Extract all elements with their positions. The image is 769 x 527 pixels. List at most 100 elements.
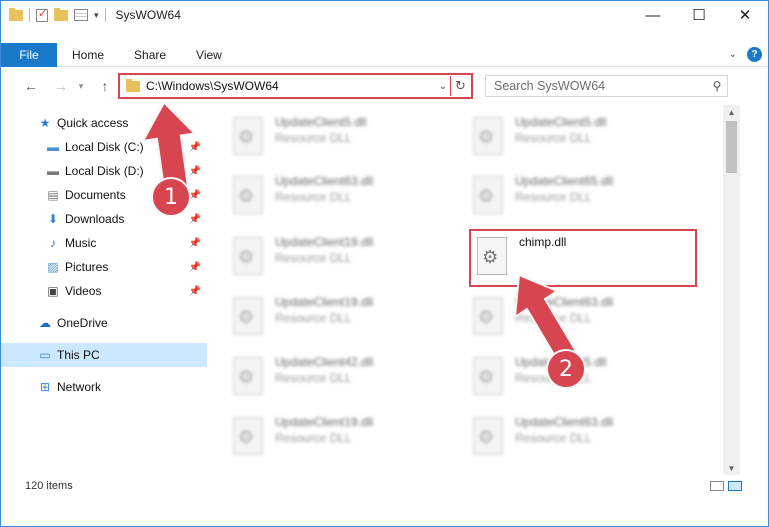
- file-name: UpdateClient19.dll: [275, 415, 374, 429]
- properties-icon[interactable]: [74, 9, 88, 21]
- window-controls: — ☐ ✕: [630, 1, 768, 29]
- file-name: UpdateClient5.dll: [275, 115, 367, 129]
- details-view-icon[interactable]: [710, 481, 724, 491]
- tab-view[interactable]: View: [181, 43, 237, 67]
- file-name: UpdateClient19.dll: [275, 295, 374, 309]
- file-type: Resource DLL: [275, 131, 352, 145]
- sidebar-item-label: This PC: [57, 348, 100, 362]
- dll-file-icon: ⚙: [229, 295, 269, 339]
- scroll-thumb[interactable]: [726, 121, 737, 173]
- cloud-icon: ☁: [39, 316, 51, 330]
- explorer-window: ▾ SysWOW64 — ☐ ✕ File Home Share View ⌄ …: [0, 0, 769, 527]
- vertical-scrollbar[interactable]: ▲ ▼: [723, 105, 740, 475]
- pin-icon: 📌: [188, 261, 201, 273]
- title-bar: ▾ SysWOW64 — ☐ ✕: [1, 1, 768, 29]
- search-box[interactable]: Search SysWOW64 ⚲: [485, 75, 728, 97]
- list-item[interactable]: ⚙ UpdateClient19.dll Resource DLL: [229, 231, 459, 283]
- star-icon: ★: [39, 116, 51, 130]
- large-icons-view-icon[interactable]: [728, 481, 742, 491]
- sidebar-item-label: Downloads: [65, 212, 125, 226]
- tab-file[interactable]: File: [1, 42, 57, 67]
- computer-icon: ▭: [39, 348, 51, 362]
- refresh-button[interactable]: ↻: [450, 76, 470, 96]
- item-count: 120 items: [25, 480, 73, 492]
- scroll-up-icon[interactable]: ▲: [723, 105, 740, 119]
- help-button[interactable]: ?: [747, 47, 762, 62]
- scroll-down-icon[interactable]: ▼: [723, 461, 740, 475]
- sidebar-item-label: Videos: [65, 284, 102, 298]
- file-name: UpdateClient5.dll: [515, 115, 607, 129]
- folder-icon[interactable]: [9, 7, 23, 21]
- annotation-badge-2: 2: [546, 349, 586, 389]
- navigation-bar: ← → ▾ ↑ C:\Windows\SysWOW64 ⌄ ↻ Search S…: [1, 71, 768, 101]
- separator: [29, 8, 30, 22]
- sidebar-item-label: Music: [65, 236, 97, 250]
- file-type: Resource DLL: [275, 251, 352, 265]
- file-name: chimp.dll: [519, 235, 567, 249]
- tab-home[interactable]: Home: [57, 43, 119, 67]
- address-bar[interactable]: C:\Windows\SysWOW64 ⌄ ↻: [118, 73, 473, 99]
- download-icon: ⬇: [47, 212, 59, 226]
- back-button[interactable]: ←: [21, 76, 41, 96]
- expand-ribbon-chevron-icon[interactable]: ⌄: [729, 49, 737, 60]
- search-input[interactable]: Search SysWOW64: [494, 79, 707, 93]
- quick-access-toolbar: ▾: [1, 7, 106, 22]
- drive-icon: ▬: [47, 164, 59, 178]
- tab-share[interactable]: Share: [119, 43, 181, 67]
- file-name: UpdateClient42.dll: [275, 355, 374, 369]
- list-item[interactable]: ⚙ UpdateClient63.dll Resource DLL: [469, 411, 699, 463]
- video-icon: ▣: [47, 284, 59, 298]
- close-button[interactable]: ✕: [722, 1, 768, 29]
- pin-icon: 📌: [188, 285, 201, 297]
- list-item[interactable]: ⚙ UpdateClient42.dll Resource DLL: [229, 351, 459, 403]
- sidebar-item-network[interactable]: ⊞ Network: [1, 375, 207, 399]
- folder-icon: [126, 78, 140, 92]
- sidebar-item-videos[interactable]: ▣ Videos 📌: [1, 279, 207, 303]
- dll-file-icon: ⚙: [229, 174, 269, 218]
- document-icon: ▤: [47, 188, 59, 202]
- pin-icon: 📌: [188, 237, 201, 249]
- dll-file-icon: ⚙: [229, 415, 269, 459]
- list-item[interactable]: ⚙ UpdateClient19.dll Resource DLL: [229, 411, 459, 463]
- sidebar-item-label: OneDrive: [57, 316, 108, 330]
- sidebar-item-music[interactable]: ♪ Music 📌: [1, 231, 207, 255]
- file-type: Resource DLL: [515, 431, 592, 445]
- ribbon-tabs: File Home Share View ⌄ ?: [1, 42, 768, 67]
- view-switcher: [710, 481, 742, 491]
- annotation-badge-1: 1: [151, 177, 191, 217]
- dll-file-icon: ⚙: [469, 115, 509, 159]
- up-button[interactable]: ↑: [95, 76, 115, 96]
- music-icon: ♪: [50, 236, 56, 250]
- customize-toolbar-chevron-icon[interactable]: ▾: [94, 10, 99, 21]
- sidebar-item-onedrive[interactable]: ☁ OneDrive: [1, 311, 207, 335]
- sidebar-item-label: Network: [57, 380, 102, 394]
- forward-button[interactable]: →: [51, 76, 71, 96]
- sidebar-item-this-pc[interactable]: ▭ This PC: [1, 343, 207, 367]
- dll-file-icon: ⚙: [469, 415, 509, 459]
- file-name: UpdateClient19.dll: [275, 235, 374, 249]
- separator: [104, 8, 106, 22]
- address-dropdown-chevron-icon[interactable]: ⌄: [436, 81, 450, 92]
- list-item[interactable]: ⚙ UpdateClient63.dll Resource DLL: [229, 170, 459, 222]
- search-icon[interactable]: ⚲: [707, 79, 727, 93]
- list-item[interactable]: ⚙ UpdateClient5.dll Resource DLL: [469, 111, 699, 163]
- recent-locations-chevron-icon[interactable]: ▾: [71, 76, 91, 96]
- sidebar-item-label: Pictures: [65, 260, 109, 274]
- properties-check-icon[interactable]: [36, 7, 48, 22]
- address-path[interactable]: C:\Windows\SysWOW64: [146, 79, 436, 93]
- file-type: Resource DLL: [515, 190, 592, 204]
- pin-icon: 📌: [188, 213, 201, 225]
- list-item[interactable]: ⚙ UpdateClient19.dll Resource DLL: [229, 291, 459, 343]
- new-folder-icon[interactable]: [54, 7, 68, 21]
- file-type: Resource DLL: [275, 311, 352, 325]
- picture-icon: ▨: [47, 260, 59, 274]
- list-item[interactable]: ⚙ UpdateClient65.dll Resource DLL: [469, 170, 699, 222]
- list-item[interactable]: ⚙ UpdateClient5.dll Resource DLL: [229, 111, 459, 163]
- drive-icon: ▬: [47, 140, 59, 154]
- sidebar-item-pictures[interactable]: ▨ Pictures 📌: [1, 255, 207, 279]
- maximize-button[interactable]: ☐: [676, 1, 722, 29]
- file-type: Resource DLL: [275, 371, 352, 385]
- minimize-button[interactable]: —: [630, 1, 676, 29]
- file-type: Resource DLL: [275, 190, 352, 204]
- sidebar-item-label: Documents: [65, 188, 126, 202]
